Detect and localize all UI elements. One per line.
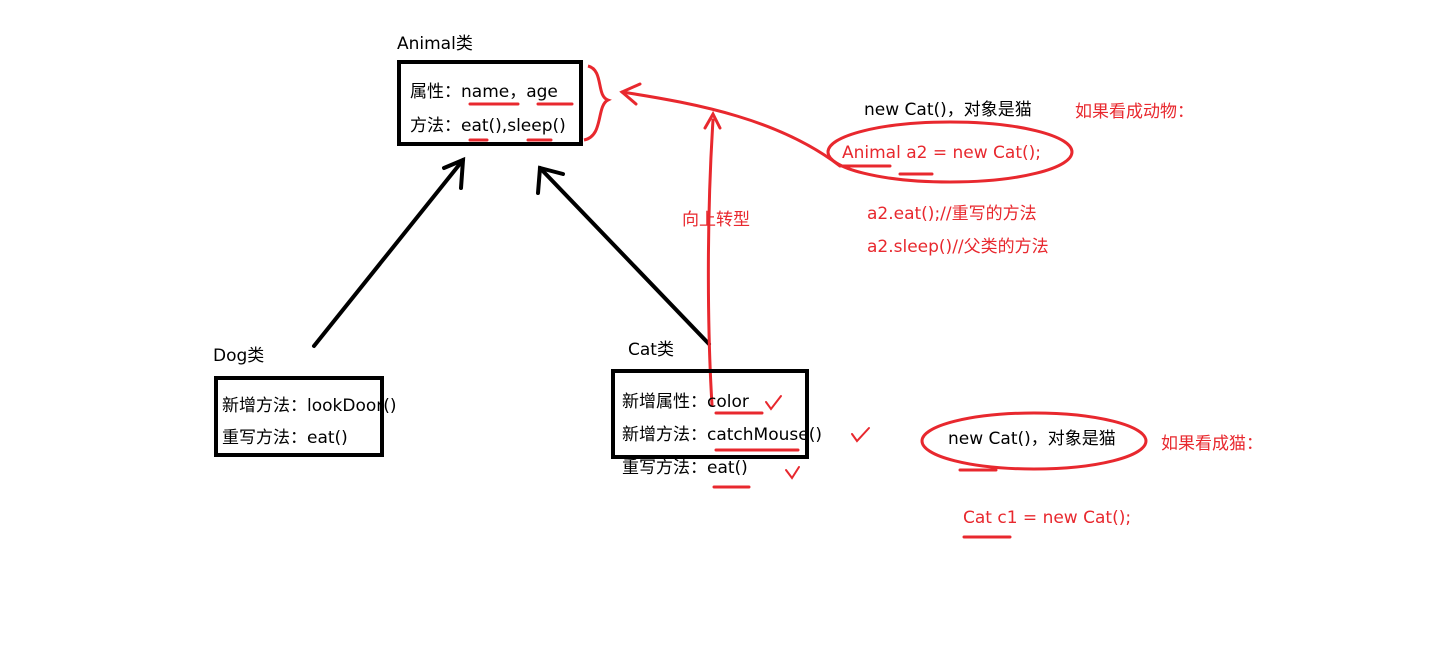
as-animal-arrow [619,82,842,168]
as-cat-new-object: new Cat()，对象是猫 [948,429,1116,449]
as-cat-declaration: Cat c1 = new Cat(); [963,508,1132,528]
upcast-arrow [703,110,722,407]
cat-to-animal-arrow [536,165,711,346]
cat-line-2: 新增方法：catchMouse() [622,425,822,445]
animal-methods: 方法：eat(),sleep() [410,116,566,136]
as-animal-call-eat: a2.eat();//重写的方法 [867,204,1037,224]
diagram-strokes [312,64,1148,539]
animal-class-title: Animal类 [397,34,473,54]
animal-attributes: 属性：name，age [410,82,558,102]
cat-line-3: 重写方法：eat() [622,458,748,478]
as-animal-declaration: Animal a2 = new Cat(); [842,143,1042,163]
dog-class-title: Dog类 [213,346,265,366]
dog-line-2: 重写方法：eat() [222,428,348,448]
animal-brace [583,64,612,142]
dog-line-1: 新增方法：lookDoor() [222,396,397,416]
cat-line-1: 新增属性：color [622,392,749,412]
as-animal-new-object: new Cat()，对象是猫 [864,100,1032,120]
cat-class-box [611,369,809,459]
as-cat-heading: 如果看成猫： [1161,434,1263,454]
cat-class-title: Cat类 [628,340,674,360]
dog-to-animal-arrow [312,156,466,348]
as-animal-heading: 如果看成动物： [1075,102,1194,122]
upcast-label: 向上转型 [682,210,750,230]
as-animal-call-sleep: a2.sleep()//父类的方法 [867,237,1049,257]
